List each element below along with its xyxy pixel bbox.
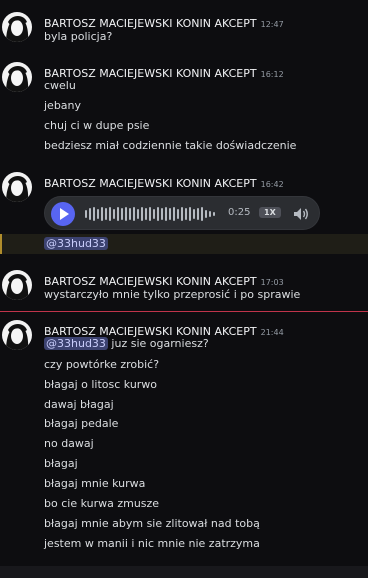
message-text: błagaj	[44, 457, 78, 470]
message-text: wystarczyło mnie tylko przeprosić i po s…	[44, 288, 301, 301]
user-mention[interactable]: @33hud33	[44, 237, 108, 250]
message-text: bedziesz miał codziennie takie doświadcz…	[44, 139, 297, 152]
avatar[interactable]	[2, 320, 32, 350]
timestamp[interactable]: 17:03	[261, 278, 284, 287]
avatar[interactable]	[2, 172, 32, 202]
message-header: BARTOSZ MACIEJEWSKI KONIN AKCEPT 17:03	[44, 270, 284, 289]
message-text: @33hud33	[44, 237, 108, 250]
message-text: błagaj pedale	[44, 417, 119, 430]
message-text: byla policja?	[44, 30, 113, 43]
user-mention[interactable]: @33hud33	[44, 337, 108, 350]
play-icon[interactable]	[51, 202, 75, 226]
timestamp[interactable]: 16:12	[261, 70, 284, 79]
message-text: @33hud33 juz sie ogarniesz?	[44, 337, 209, 350]
author-name[interactable]: BARTOSZ MACIEJEWSKI KONIN AKCEPT	[44, 17, 257, 30]
avatar[interactable]	[2, 12, 32, 42]
message-text: bo cie kurwa zmusze	[44, 497, 160, 510]
voice-duration: 0:25	[228, 207, 251, 218]
author-name[interactable]: BARTOSZ MACIEJEWSKI KONIN AKCEPT	[44, 67, 257, 80]
waveform[interactable]	[85, 206, 220, 222]
bottom-bar	[0, 566, 368, 578]
message-text: jebany	[44, 99, 82, 112]
timestamp[interactable]: 21:44	[261, 328, 284, 337]
playback-speed-button[interactable]: 1X	[259, 207, 281, 218]
message-text: jestem w manii i nic mnie nie zatrzyma	[44, 537, 260, 550]
voice-message-player: 0:25 1X	[44, 196, 320, 230]
avatar[interactable]	[2, 62, 32, 92]
timestamp[interactable]: 16:42	[261, 180, 284, 189]
message-text-span: juz sie ogarniesz?	[107, 337, 209, 350]
chat-messages: BARTOSZ MACIEJEWSKI KONIN AKCEPT 12:47 by…	[0, 0, 368, 578]
timestamp[interactable]: 12:47	[261, 20, 284, 29]
message-text: cwelu	[44, 79, 76, 92]
message-text: no dawaj	[44, 437, 94, 450]
message-text: dawaj błagaj	[44, 398, 114, 411]
message-header: BARTOSZ MACIEJEWSKI KONIN AKCEPT 16:12	[44, 62, 284, 81]
volume-icon[interactable]	[293, 206, 309, 222]
message-text: czy powtórke zrobić?	[44, 358, 160, 371]
message-text: chuj ci w dupe psie	[44, 119, 150, 132]
new-messages-divider	[0, 311, 368, 312]
message-header: BARTOSZ MACIEJEWSKI KONIN AKCEPT 16:42	[44, 172, 284, 191]
message-text: błagaj mnie abym sie zlitował nad tobą	[44, 517, 260, 530]
message-header: BARTOSZ MACIEJEWSKI KONIN AKCEPT 12:47	[44, 12, 284, 31]
avatar[interactable]	[2, 270, 32, 300]
message-text: błagaj mnie kurwa	[44, 477, 146, 490]
author-name[interactable]: BARTOSZ MACIEJEWSKI KONIN AKCEPT	[44, 177, 257, 190]
message-text: błagaj o litosc kurwo	[44, 378, 158, 391]
author-name[interactable]: BARTOSZ MACIEJEWSKI KONIN AKCEPT	[44, 275, 257, 288]
